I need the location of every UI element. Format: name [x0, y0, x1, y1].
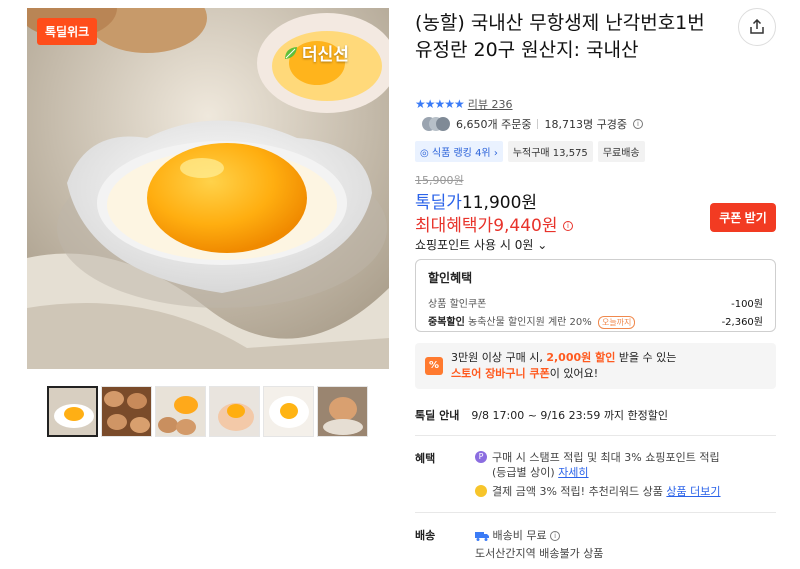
discount-header: 할인혜택 — [428, 271, 473, 285]
brand-logo: 더신선 — [283, 40, 349, 65]
delivery-note: 도서산간지역 배송불가 상품 — [475, 547, 604, 560]
percent-icon: % — [425, 357, 443, 375]
promo-text: 이 있어요! — [549, 367, 599, 380]
benefit-item: P 구매 시 스탬프 적립 및 최대 3% 쇼핑포인트 적립 (등급별 상이) … — [475, 450, 720, 480]
tokdeal-info: 톡딜 안내 9/8 17:00 ~ 9/16 23:59 까지 한정할인 — [415, 407, 668, 423]
thumbnail-2[interactable] — [101, 386, 152, 437]
product-title: (농할) 국내산 무항생제 난각번호1번 유정란 20구 원산지: 국내산 — [415, 12, 705, 61]
delivery-key: 배송 — [415, 529, 436, 542]
brand-logo-text: 더신선 — [302, 45, 349, 65]
cart-coupon-promo[interactable]: % 3만원 이상 구매 시, 2,000원 할인 받을 수 있는 스토어 장바구… — [415, 343, 776, 389]
deal-price: 톡딜가11,900원 — [415, 188, 537, 213]
discount-label: 농축산물 할인지원 계란 20% — [468, 317, 592, 328]
info-icon[interactable]: i — [632, 119, 643, 129]
star-rating-icon: ★★★★★ — [415, 97, 465, 111]
buyer-avatars-icon — [422, 117, 450, 131]
discount-amount: -2,360원 — [721, 317, 763, 328]
promo-text: 받을 수 있는 — [618, 351, 677, 364]
tokdeal-badge: 톡딜위크 — [37, 18, 98, 45]
max-benefit-value: 9,440원 — [493, 216, 558, 236]
thumbnail-4[interactable] — [209, 386, 260, 437]
discount-row: 중복할인 농축산물 할인지원 계란 20% 오늘까지 -2,360원 — [428, 313, 763, 329]
chevron-down-icon: ⌄ — [537, 238, 548, 252]
thumbnail-strip — [47, 386, 368, 437]
benefit-text: 결제 금액 3% 적립! 추천리워드 상품 — [492, 485, 663, 498]
deal-price-value: 11,900원 — [461, 193, 538, 213]
original-price: 15,900원 — [415, 174, 464, 187]
promo-text: 3만원 이상 구매 시, — [451, 351, 543, 364]
max-benefit-price: 최대혜택가9,440원 i — [415, 211, 573, 236]
thumbnail-3[interactable] — [155, 386, 206, 437]
thumbnail-6[interactable] — [317, 386, 368, 437]
benefit-subtext: (등급별 상이) — [492, 466, 555, 479]
review-count-link[interactable]: 리뷰 236 — [468, 96, 513, 112]
benefit-text: 구매 시 스탬프 적립 및 최대 3% 쇼핑포인트 적립 — [492, 451, 720, 464]
info-icon[interactable]: i — [550, 531, 561, 541]
points-dropdown[interactable]: 쇼핑포인트 사용 시 0원 ⌄ — [415, 236, 547, 253]
thumbnail-1[interactable] — [47, 386, 98, 437]
viewer-count: 18,713명 구경중 — [544, 118, 627, 131]
delivery-fee: 배송비 무료 — [492, 529, 547, 542]
stats-row: 6,650개 주문중 18,713명 구경중 i — [422, 116, 643, 132]
max-benefit-label: 최대혜택가 — [415, 216, 494, 236]
tags-row: ◎ 식품 랭킹 4위 › 누적구매 13,575 무료배송 — [415, 141, 645, 162]
tag-free-shipping: 무료배송 — [597, 141, 645, 162]
divider — [415, 435, 776, 436]
share-icon — [750, 19, 764, 34]
promo-highlight: 2,000원 할인 — [546, 351, 616, 364]
truck-icon — [475, 532, 489, 541]
product-main-image: 톡딜위크 더신선 — [27, 8, 389, 369]
today-only-pill: 오늘까지 — [597, 315, 636, 329]
leaf-icon — [285, 46, 297, 59]
promo-highlight: 스토어 장바구니 쿠폰 — [451, 367, 550, 380]
coupon-button[interactable]: 쿠폰 받기 — [710, 203, 776, 232]
discount-box: 할인혜택 상품 할인쿠폰 -100원 중복할인 농축산물 할인지원 계란 20%… — [415, 259, 776, 332]
benefit-key: 혜택 — [415, 452, 436, 465]
tokdeal-info-value: 9/8 17:00 ~ 9/16 23:59 까지 한정할인 — [471, 409, 669, 422]
share-button[interactable] — [738, 8, 776, 46]
stats-divider — [537, 119, 539, 129]
discount-amount: -100원 — [731, 299, 763, 310]
discount-label-bold: 중복할인 — [428, 317, 465, 328]
deal-price-label: 톡딜가 — [415, 193, 462, 213]
coin-icon — [475, 485, 487, 497]
rating-row: ★★★★★ 리뷰 236 — [415, 96, 513, 112]
tag-cumulative: 누적구매 13,575 — [507, 141, 593, 162]
discount-row: 상품 할인쿠폰 -100원 — [428, 295, 763, 310]
order-count: 6,650개 주문중 — [456, 118, 532, 131]
thumbnail-5[interactable] — [263, 386, 314, 437]
details-link[interactable]: 자세히 — [558, 466, 588, 479]
tokdeal-info-key: 톡딜 안내 — [415, 409, 460, 422]
points-text: 쇼핑포인트 사용 시 0원 — [415, 238, 534, 252]
divider — [415, 512, 776, 513]
discount-label: 상품 할인쿠폰 — [428, 299, 487, 310]
info-icon[interactable]: i — [562, 221, 573, 231]
benefit-item: 결제 금액 3% 적립! 추천리워드 상품 상품 더보기 — [475, 484, 721, 499]
point-icon: P — [475, 451, 487, 463]
tag-ranking[interactable]: ◎ 식품 랭킹 4위 › — [415, 141, 503, 162]
more-products-link[interactable]: 상품 더보기 — [666, 485, 720, 498]
